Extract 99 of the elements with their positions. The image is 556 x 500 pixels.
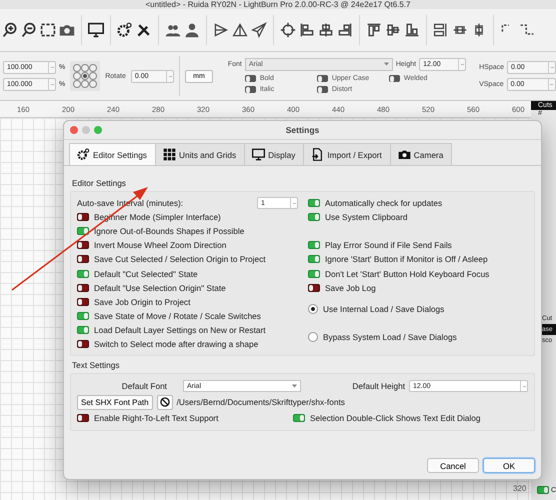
toggle-switch[interactable] (388, 74, 400, 82)
users-icon[interactable] (165, 22, 181, 38)
align-left-icon[interactable] (299, 22, 315, 38)
caret-icon (384, 62, 389, 66)
tab[interactable]: Display (244, 143, 304, 165)
setting-label: Invert Mouse Wheel Zoom Direction (94, 240, 226, 250)
zoom-in-icon[interactable] (2, 22, 18, 38)
paper-plane-icon[interactable] (251, 22, 267, 38)
toggle-switch[interactable] (77, 414, 89, 422)
toggle-switch[interactable] (77, 213, 89, 222)
default-font-label: Default Font (120, 381, 168, 392)
setting-label: Save Job Origin to Project (94, 296, 190, 307)
toggle-switch[interactable] (293, 414, 305, 422)
origin-radio[interactable] (73, 80, 82, 88)
setting-label: Don't Let 'Start' Button Hold Keyboard Focus (325, 268, 490, 279)
toggle-switch[interactable] (77, 270, 89, 278)
prohibited-icon (160, 397, 170, 408)
toggle-switch[interactable] (77, 241, 89, 250)
radio-button[interactable] (308, 332, 318, 342)
section-heading: Text Settings (72, 360, 121, 370)
toggle-switch[interactable] (308, 213, 320, 222)
toggle-switch[interactable] (308, 241, 320, 250)
origin-radio[interactable] (89, 80, 98, 88)
align-bottom-icon[interactable] (404, 22, 420, 38)
setting-label: Save State of Move / Rotate / Scale Switches (94, 310, 261, 321)
toggle-switch[interactable] (316, 86, 328, 92)
default-height-label: Default Height (352, 381, 405, 392)
close-button[interactable] (70, 126, 78, 134)
toggle-switch[interactable] (244, 74, 256, 82)
setting-label: Play Error Sound if File Send Fails (325, 240, 452, 250)
align-center-icon[interactable] (318, 22, 334, 38)
setting-label: Enable Right-To-Left Text Support (94, 413, 218, 424)
distribute-icon[interactable] (433, 22, 449, 38)
user-icon[interactable] (184, 22, 200, 38)
mirror-icon[interactable] (213, 22, 229, 38)
setting-label: Save Cut Selected / Selection Origin to Project (94, 254, 266, 264)
origin-radio[interactable] (81, 72, 90, 80)
monitor-icon (252, 148, 266, 161)
align-right-icon[interactable] (337, 22, 353, 38)
align-top-icon[interactable] (366, 22, 382, 38)
setting-label: Switch to Select mode after drawing a shape (94, 338, 258, 349)
setting-label: Default "Cut Selected" State (94, 268, 198, 279)
toggle-switch[interactable] (308, 199, 320, 208)
gear-icon[interactable] (117, 22, 133, 38)
mirror-icon[interactable] (232, 22, 248, 38)
gear-icon (77, 148, 90, 161)
toggle-switch[interactable] (77, 340, 89, 348)
toggle-switch[interactable] (77, 227, 89, 236)
setting-label: Selection Double-Click Shows Text Edit Dialog (310, 413, 480, 424)
monitor-icon[interactable] (88, 22, 104, 38)
align-middle-icon[interactable] (385, 22, 401, 38)
camera-icon[interactable] (59, 22, 75, 38)
toggle-switch[interactable] (77, 326, 89, 334)
toggle-switch[interactable] (308, 284, 320, 292)
origin-radio[interactable] (73, 72, 82, 80)
radio-label: Use Internal Load / Save Dialogs (323, 304, 444, 314)
cancel-button[interactable]: Cancel (427, 458, 479, 473)
zoom-out-icon[interactable] (21, 22, 37, 38)
clear-path-button[interactable] (156, 394, 173, 410)
toggle-switch[interactable] (77, 298, 89, 306)
origin-radio[interactable] (73, 64, 82, 72)
toggle-switch[interactable] (77, 255, 89, 264)
setting-label: Load Default Layer Settings on New or Restart (94, 324, 266, 335)
dialog-title: Settings (286, 125, 320, 135)
toggle-switch[interactable] (537, 486, 549, 494)
window-title: <untitled> - Ruida RY02N - LightBurn Pro 2.0.00-RC-3 @ 24e2e17 Qt6.5.7 (145, 0, 410, 9)
grid-icon (162, 148, 176, 161)
ok-button[interactable]: OK (483, 458, 535, 473)
caret-icon (292, 384, 297, 388)
dashed-selection-icon[interactable] (40, 22, 56, 38)
setting-label: Ignore 'Start' Button if Monitor is Off / Asleep (325, 254, 488, 264)
tab[interactable]: Units and Grids (154, 143, 246, 165)
set-shx-font-path-button[interactable]: Set SHX Font Path (77, 394, 153, 410)
toggle-switch[interactable] (316, 74, 328, 82)
setting-label: Automatically check for updates (325, 198, 442, 208)
file-import-icon (311, 148, 324, 161)
tab[interactable]: Import / Export (303, 143, 391, 165)
toggle-switch[interactable] (244, 86, 256, 92)
origin-radio[interactable] (81, 64, 90, 72)
toggle-switch[interactable] (308, 255, 320, 264)
section-heading: Editor Settings (72, 178, 127, 188)
setting-label: Default "Use Selection Origin" State (94, 282, 226, 293)
crosshair-icon[interactable] (280, 22, 296, 38)
font-path-text: /Users/Bernd/Documents/Skrifttyper/shx-fonts (176, 397, 345, 408)
toggle-switch[interactable] (77, 284, 89, 292)
toggle-switch[interactable] (308, 270, 320, 278)
radio-button[interactable] (308, 304, 318, 314)
setting-label: Use System Clipboard (325, 212, 408, 222)
origin-radio[interactable] (81, 80, 90, 88)
camera-icon (398, 148, 411, 161)
origin-radio[interactable] (89, 64, 98, 72)
radio-label: Bypass System Load / Save Dialogs (323, 332, 457, 342)
ruler-label: 320 (513, 484, 526, 493)
origin-radio[interactable] (89, 72, 98, 80)
tab[interactable]: Editor Settings (69, 143, 156, 165)
tab[interactable]: Camera (390, 143, 452, 165)
setting-label: Save Job Log (325, 282, 376, 293)
setting-label: Ignore Out-of-Bounds Shapes if Possible (94, 226, 244, 236)
toggle-switch[interactable] (77, 312, 89, 320)
